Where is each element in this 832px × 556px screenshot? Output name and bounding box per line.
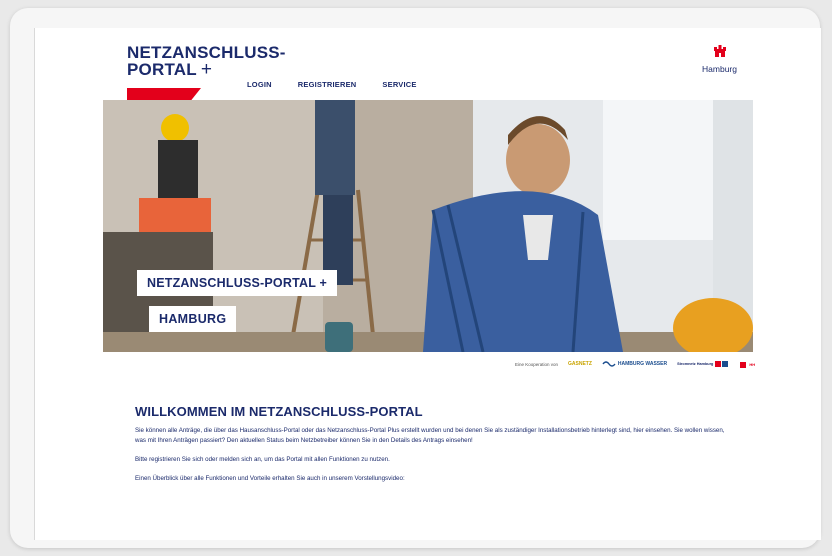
stromnetz-icon [715, 361, 729, 367]
hero-banner: NETZANSCHLUSS-PORTAL + HAMBURG [103, 100, 753, 352]
partner-hh[interactable]: HH [739, 360, 755, 368]
portal-logo[interactable]: NETZANSCHLUSS- PORTAL + [127, 44, 286, 80]
welcome-heading: WILLKOMMEN IM NETZANSCHLUSS-PORTAL [135, 404, 423, 419]
nav-login[interactable]: LOGIN [247, 80, 272, 89]
hamburg-logo-text: Hamburg [702, 64, 737, 74]
welcome-paragraph-3: Einen Überblick über alle Funktionen und… [135, 475, 405, 482]
welcome-paragraph-2: Bitte registrieren Sie sich oder melden … [135, 456, 390, 463]
logo-plus: + [200, 59, 213, 80]
hero-title: NETZANSCHLUSS-PORTAL + [137, 270, 337, 296]
partner-hamburg-wasser[interactable]: HAMBURG WASSER [602, 360, 667, 368]
partner-stromnetz[interactable]: Stromnetz Hamburg [677, 360, 729, 368]
welcome-paragraph-1: Sie können alle Anträge, die über das Ha… [135, 427, 725, 444]
welcome-section: WILLKOMMEN IM NETZANSCHLUSS-PORTAL Sie k… [135, 404, 735, 493]
logo-line2: PORTAL [127, 60, 197, 79]
partner-gasnetz[interactable]: GASNETZ [568, 361, 592, 367]
hamburg-castle-icon [740, 362, 747, 368]
browser-screen: NETZANSCHLUSS- PORTAL + LOGIN REGISTRIERE… [34, 28, 821, 540]
nav-registrieren[interactable]: REGISTRIEREN [298, 80, 357, 89]
partner-logos: Eine Kooperation von GASNETZ HAMBURG WAS… [515, 360, 755, 368]
partners-intro: Eine Kooperation von [515, 361, 559, 367]
wave-icon [602, 361, 616, 367]
main-nav: LOGIN REGISTRIEREN SERVICE [247, 80, 417, 89]
hamburg-logo[interactable]: Hamburg [702, 44, 737, 74]
castle-icon [713, 45, 726, 57]
hero-subtitle: HAMBURG [149, 306, 237, 332]
nav-service[interactable]: SERVICE [382, 80, 416, 89]
